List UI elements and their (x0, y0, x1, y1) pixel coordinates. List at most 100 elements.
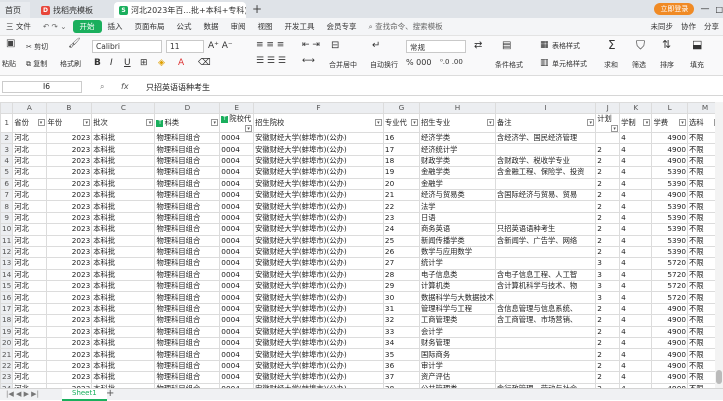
table-cell[interactable]: 新闻传播学类 (418, 234, 496, 247)
row-number[interactable]: 19 (0, 325, 14, 339)
table-cell[interactable]: 本科批 (91, 257, 156, 270)
table-cell[interactable]: 本科批 (91, 280, 156, 293)
table-cell[interactable] (494, 371, 597, 384)
menu-developer[interactable]: 开发工具 (279, 21, 321, 32)
table-cell[interactable]: 2 (595, 177, 621, 190)
row-number[interactable]: 5 (0, 166, 14, 179)
table-cell[interactable]: 日语 (418, 211, 496, 225)
distribute-icon[interactable]: ⟷ (302, 56, 315, 66)
table-cell[interactable]: 河北 (12, 223, 47, 236)
menu-member[interactable]: 会员专享 (321, 21, 363, 32)
table-cell[interactable]: 2023 (45, 223, 93, 236)
table-cell[interactable]: 18 (382, 154, 420, 168)
table-cell[interactable]: 4900 (651, 359, 688, 373)
table-cell[interactable] (494, 245, 597, 259)
wrap-icon[interactable]: ↵ (372, 40, 380, 51)
filter-dropdown-icon[interactable]: ▾ (245, 125, 253, 132)
table-cell[interactable]: 2 (595, 245, 621, 259)
copy-button[interactable]: ⧉ 复制 (26, 59, 47, 69)
table-cell[interactable]: 统计学 (418, 257, 496, 270)
header-cell[interactable]: T 院校代 ▾ (219, 113, 255, 133)
table-cell[interactable]: 物理科目组合 (154, 154, 221, 168)
table-cell[interactable] (494, 359, 597, 373)
table-cell[interactable]: 2 (595, 359, 621, 373)
table-cell[interactable]: 含工商管理、市场营销、 (494, 314, 597, 327)
merge-icon[interactable]: ⊟ (331, 40, 339, 51)
table-cell[interactable]: 4900 (651, 325, 688, 339)
row-number[interactable]: 14 (0, 268, 14, 282)
table-cell[interactable]: 2023 (45, 325, 93, 339)
table-cell[interactable]: 物理科目组合 (154, 143, 221, 156)
table-cell[interactable]: 29 (382, 280, 420, 293)
table-cell[interactable]: 33 (382, 325, 420, 339)
table-cell[interactable] (494, 291, 597, 304)
table-cell[interactable]: 本科批 (91, 131, 156, 145)
filter-dropdown-icon[interactable]: ▾ (587, 119, 595, 126)
table-cell[interactable]: 34 (382, 337, 420, 350)
row-number[interactable]: 12 (0, 245, 14, 259)
scroll-thumb[interactable] (716, 370, 722, 384)
table-cell[interactable]: 物理科目组合 (154, 291, 221, 304)
table-cell[interactable]: 3 (595, 280, 621, 293)
table-cell[interactable]: 28 (382, 268, 420, 282)
table-cell[interactable]: 3 (595, 268, 621, 282)
conditional-format-button[interactable]: 条件格式 (495, 60, 523, 70)
table-cell[interactable]: 安徽财经大学(蚌埠市)(公办) (253, 200, 384, 213)
header-cell[interactable]: 批次 ▾ (91, 113, 156, 133)
table-cell[interactable]: 只招英语语种考生 (494, 223, 597, 236)
table-cell[interactable]: 2 (595, 314, 621, 327)
table-cell[interactable]: 2023 (45, 302, 93, 316)
table-cell[interactable]: 2 (595, 337, 621, 350)
table-cell[interactable]: 物理科目组合 (154, 257, 221, 270)
table-cell[interactable]: 2023 (45, 245, 93, 259)
table-cell[interactable]: 0004 (219, 234, 255, 247)
row-number[interactable]: 17 (0, 302, 14, 316)
table-cell[interactable]: 5390 (651, 245, 688, 259)
column-header[interactable]: L (651, 102, 688, 114)
fill-color-icon[interactable]: ◈ (158, 58, 165, 68)
table-cell[interactable]: 含新闻学、广告学、网络 (494, 234, 597, 247)
table-cell[interactable]: 河北 (12, 188, 47, 202)
table-cell[interactable]: 河北 (12, 371, 47, 384)
align-top-icon[interactable]: ≡ ≡ ≡ (256, 40, 284, 50)
sheet-tab[interactable]: Sheet1 (62, 389, 107, 401)
table-cell[interactable]: 32 (382, 314, 420, 327)
table-cell[interactable]: 3 (595, 257, 621, 270)
column-header[interactable]: B (45, 102, 93, 114)
column-header[interactable]: D (154, 102, 221, 114)
sort-icon[interactable]: ⇅ (662, 38, 671, 51)
header-cell[interactable]: 学制 ▾ (619, 113, 653, 133)
new-tab-icon[interactable]: + (252, 2, 262, 16)
table-cell[interactable]: 物理科目组合 (154, 359, 221, 373)
decimal-icon[interactable]: ⁰.0 .00 (440, 58, 463, 66)
header-cell[interactable]: 招生专业 ▾ (418, 113, 496, 133)
table-cell[interactable]: 安徽财经大学(蚌埠市)(公办) (253, 280, 384, 293)
fill-icon[interactable]: ⬓ (692, 38, 702, 51)
column-header[interactable]: A (12, 102, 47, 114)
table-cell[interactable]: 4 (619, 291, 653, 304)
table-cell[interactable] (494, 200, 597, 213)
table-cell[interactable]: 资产评估 (418, 371, 496, 384)
percent-icon[interactable]: % 000 (406, 58, 431, 67)
table-cell[interactable]: 安徽财经大学(蚌埠市)(公办) (253, 177, 384, 190)
table-cell[interactable]: 河北 (12, 177, 47, 190)
table-cell[interactable]: 20 (382, 177, 420, 190)
table-cell[interactable]: 0004 (219, 211, 255, 225)
table-cell[interactable]: 2023 (45, 280, 93, 293)
sum-icon[interactable]: Σ (608, 38, 616, 52)
table-cell[interactable]: 31 (382, 302, 420, 316)
row-number[interactable]: 3 (0, 143, 14, 156)
table-cell[interactable]: 4900 (651, 348, 688, 361)
table-cell[interactable]: 5390 (651, 166, 688, 179)
table-cell[interactable]: 含经济学、国民经济管理 (494, 131, 597, 145)
table-cell[interactable]: 4900 (651, 143, 688, 156)
table-cell[interactable]: 金融学类 (418, 166, 496, 179)
table-cell[interactable]: 0004 (219, 280, 255, 293)
table-cell[interactable]: 2023 (45, 257, 93, 270)
table-cell[interactable]: 2 (595, 188, 621, 202)
filter-dropdown-icon[interactable]: ▾ (678, 119, 686, 126)
column-header[interactable]: H (418, 102, 496, 114)
font-family-select[interactable]: Calibri (92, 40, 162, 53)
font-grow-icon[interactable]: A⁺ A⁻ (208, 41, 233, 51)
table-cell[interactable]: 2023 (45, 291, 93, 304)
